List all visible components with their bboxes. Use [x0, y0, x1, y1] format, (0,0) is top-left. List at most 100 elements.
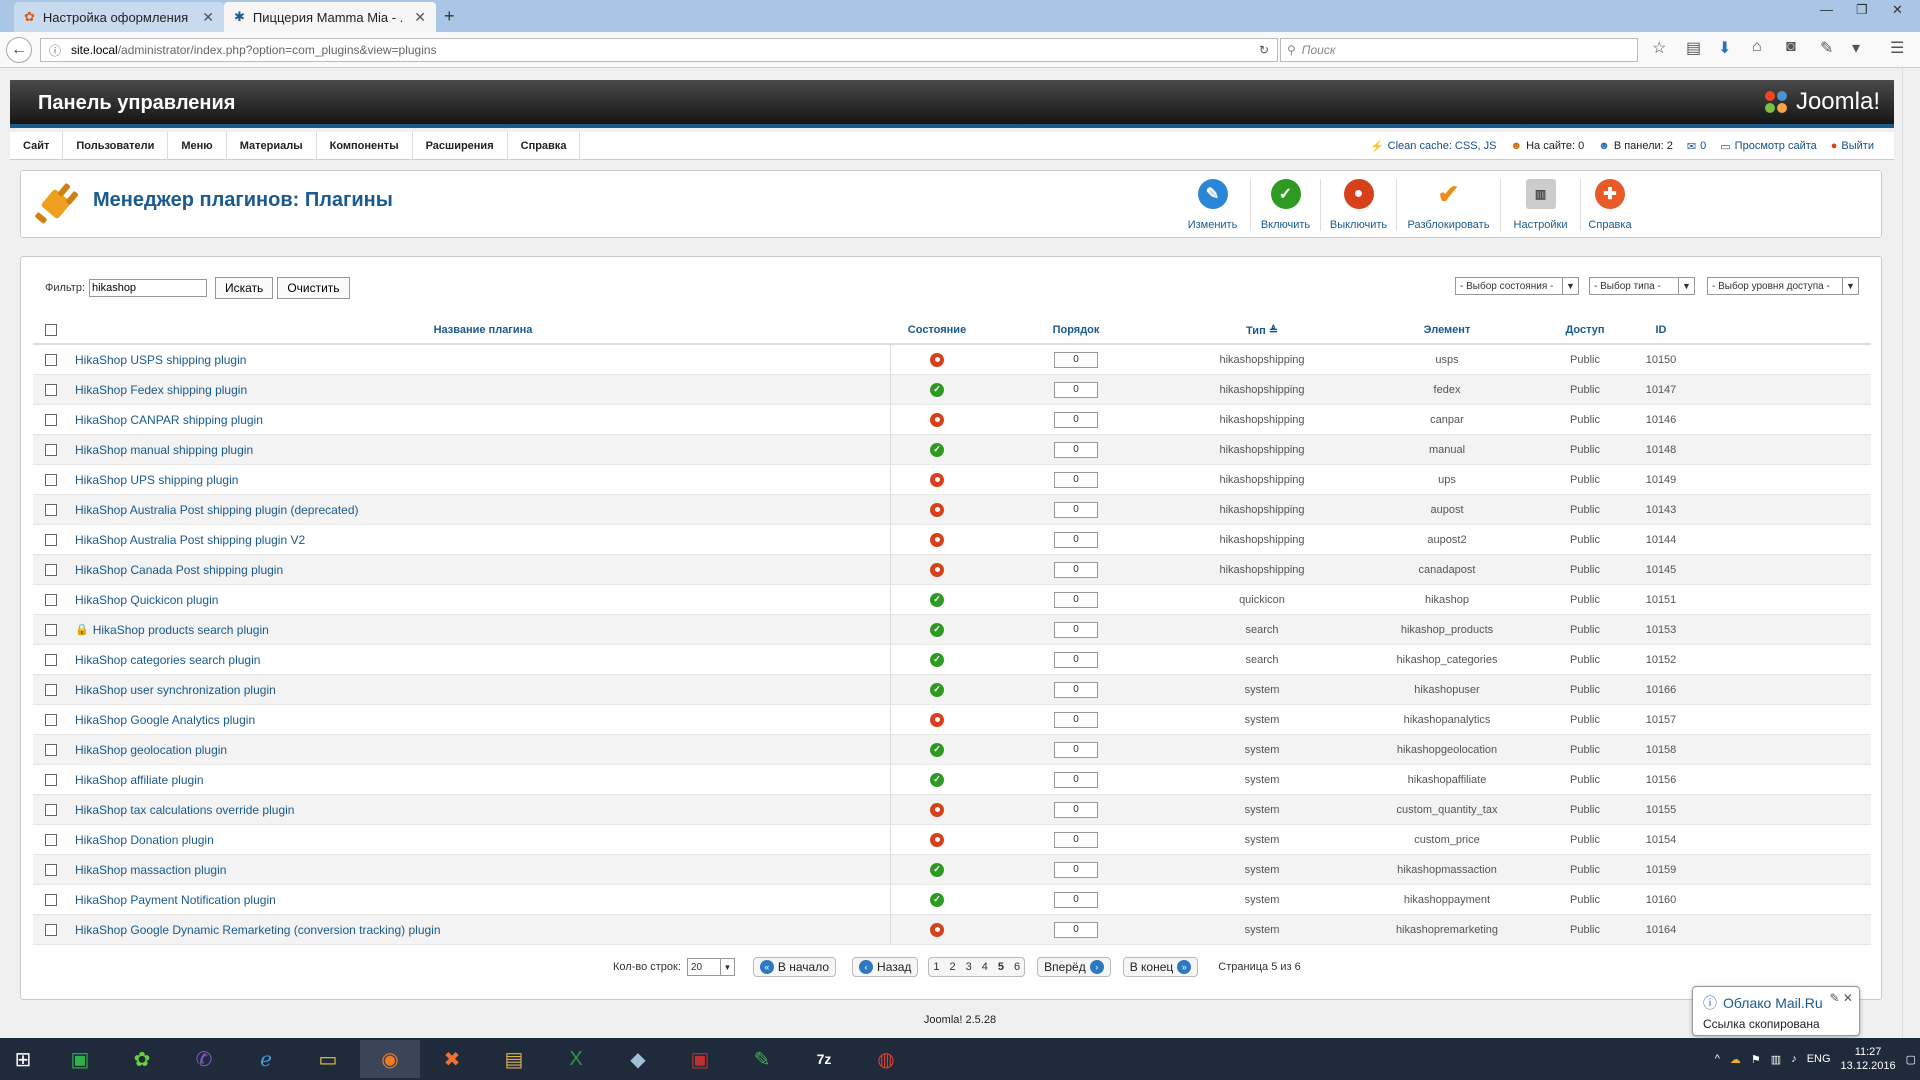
notifications-icon[interactable]: ▢ [1906, 1053, 1916, 1066]
xampp-icon[interactable]: ✖ [422, 1040, 482, 1078]
row-checkbox[interactable] [45, 743, 57, 756]
firefox-icon[interactable]: ◉ [360, 1040, 420, 1078]
back-arrow-icon[interactable]: ← [6, 37, 32, 63]
archive-icon[interactable]: ▤ [484, 1040, 544, 1078]
reload-icon[interactable]: ↻ [1259, 43, 1269, 57]
messages-link[interactable]: ✉ 0 [1687, 140, 1706, 153]
order-input[interactable]: 0 [1054, 531, 1098, 548]
plugin-name-link[interactable]: HikaShop Google Analytics plugin [75, 713, 255, 727]
select-all-checkbox[interactable] [45, 324, 57, 336]
disabled-status-icon[interactable] [930, 412, 944, 427]
plugin-name-link[interactable]: HikaShop tax calculations override plugi… [75, 803, 294, 817]
type-select[interactable]: - Выбор типа - ▼ [1589, 277, 1695, 295]
enabled-status-icon[interactable]: ✓ [930, 742, 944, 757]
disable-button[interactable]: ● Выключить [1321, 179, 1397, 231]
clock[interactable]: 11:27 13.12.2016 [1841, 1045, 1896, 1073]
tray-arrow-icon[interactable]: ^ [1715, 1053, 1720, 1065]
disabled-status-icon[interactable] [930, 712, 944, 727]
close-icon[interactable]: ✎ ✕ [1830, 991, 1853, 1005]
page-link[interactable]: 1 [933, 961, 939, 973]
last-page-button[interactable]: В конец» [1122, 957, 1199, 977]
row-checkbox[interactable] [45, 443, 57, 456]
first-page-button[interactable]: «В начало [752, 957, 837, 977]
row-checkbox[interactable] [45, 503, 57, 516]
row-checkbox[interactable] [45, 893, 57, 906]
column-type[interactable]: Тип ≜ [1169, 324, 1355, 337]
plugin-name-link[interactable]: HikaShop products search plugin [93, 623, 269, 637]
notepad-icon[interactable]: ✎ [732, 1040, 792, 1078]
order-input[interactable]: 0 [1054, 351, 1098, 368]
menu-item-menus[interactable]: Меню [168, 131, 227, 160]
order-input[interactable]: 0 [1054, 561, 1098, 578]
column-access[interactable]: Доступ [1539, 324, 1631, 336]
plugin-name-link[interactable]: HikaShop UPS shipping plugin [75, 473, 238, 487]
save-icon[interactable]: ▣ [670, 1040, 730, 1078]
page-scrollbar[interactable] [1902, 68, 1920, 1038]
explorer-icon[interactable]: ▭ [298, 1040, 358, 1078]
network-icon[interactable]: ▥ [1771, 1053, 1781, 1066]
plugin-name-link[interactable]: HikaShop Australia Post shipping plugin … [75, 503, 359, 517]
row-checkbox[interactable] [45, 473, 57, 486]
disabled-status-icon[interactable] [930, 472, 944, 487]
enabled-status-icon[interactable]: ✓ [930, 862, 944, 877]
plugin-name-link[interactable]: HikaShop CANPAR shipping plugin [75, 413, 263, 427]
unlock-button[interactable]: ✔ Разблокировать [1397, 179, 1501, 231]
page-link[interactable]: 3 [966, 961, 972, 973]
plugin-name-link[interactable]: HikaShop Fedex shipping plugin [75, 383, 247, 397]
column-name[interactable]: Название плагина [69, 317, 891, 343]
menu-item-components[interactable]: Компоненты [317, 131, 413, 160]
page-link[interactable]: 4 [982, 961, 988, 973]
disabled-status-icon[interactable] [930, 802, 944, 817]
order-input[interactable]: 0 [1054, 801, 1098, 818]
flag-icon[interactable]: ⚑ [1751, 1053, 1761, 1066]
eraser-icon[interactable]: ◆ [608, 1040, 668, 1078]
rows-select[interactable]: 20 ▼ [686, 958, 735, 976]
plugin-name-link[interactable]: HikaShop Quickicon plugin [75, 593, 218, 607]
enable-button[interactable]: ✓ Включить [1251, 179, 1321, 231]
home-icon[interactable]: ⌂ [1752, 38, 1762, 56]
order-input[interactable]: 0 [1054, 381, 1098, 398]
plugin-name-link[interactable]: HikaShop Australia Post shipping plugin … [75, 533, 305, 547]
browser-tab[interactable]: ✿ Настройка оформления ... ✕ [14, 2, 224, 32]
disabled-status-icon[interactable] [930, 502, 944, 517]
plugin-name-link[interactable]: HikaShop USPS shipping plugin [75, 353, 246, 367]
order-input[interactable]: 0 [1054, 861, 1098, 878]
order-input[interactable]: 0 [1054, 921, 1098, 938]
cloud-notification[interactable]: ⓘ Облако Mail.Ru Ссылка скопирована ✎ ✕ [1692, 986, 1860, 1036]
menu-item-users[interactable]: Пользователи [63, 131, 169, 160]
row-checkbox[interactable] [45, 833, 57, 846]
logout-link[interactable]: ● Выйти [1831, 140, 1874, 152]
menu-item-extensions[interactable]: Расширения [413, 131, 508, 160]
library-icon[interactable]: ▤ [1686, 38, 1701, 58]
options-button[interactable]: ▥ Настройки [1501, 179, 1581, 231]
store-icon[interactable]: ▣ [50, 1040, 110, 1078]
filter-input[interactable] [89, 279, 208, 297]
row-checkbox[interactable] [45, 683, 57, 696]
cloud-tray-icon[interactable]: ☁ [1730, 1053, 1741, 1066]
plugin-name-link[interactable]: HikaShop geolocation plugin [75, 743, 227, 757]
view-site-link[interactable]: ▭ Просмотр сайта [1720, 140, 1817, 153]
excel-icon[interactable]: X [546, 1040, 606, 1078]
search-button[interactable]: Искать [215, 277, 274, 299]
language-indicator[interactable]: ENG [1807, 1053, 1831, 1065]
enabled-status-icon[interactable]: ✓ [930, 442, 944, 457]
plugin-name-link[interactable]: HikaShop Donation plugin [75, 833, 214, 847]
restore-icon[interactable]: ❐ [1856, 2, 1868, 18]
enabled-status-icon[interactable]: ✓ [930, 382, 944, 397]
clear-button[interactable]: Очистить [277, 277, 350, 299]
row-checkbox[interactable] [45, 653, 57, 666]
plugin-name-link[interactable]: HikaShop massaction plugin [75, 863, 226, 877]
plugin-name-link[interactable]: HikaShop user synchronization plugin [75, 683, 276, 697]
order-input[interactable]: 0 [1054, 771, 1098, 788]
next-page-button[interactable]: Вперёд › [1037, 957, 1111, 977]
dropdown-icon[interactable]: ▾ [1852, 38, 1860, 58]
prev-page-button[interactable]: ‹ Назад [852, 957, 919, 977]
row-checkbox[interactable] [45, 593, 57, 606]
column-element[interactable]: Элемент [1355, 324, 1539, 336]
icq-icon[interactable]: ✿ [112, 1040, 172, 1078]
new-tab-button[interactable]: + [444, 6, 455, 27]
row-checkbox[interactable] [45, 353, 57, 366]
browser-tab-active[interactable]: ✱ Пиццерия Mamma Mia - ... ✕ [224, 2, 436, 32]
order-input[interactable]: 0 [1054, 441, 1098, 458]
plugin-name-link[interactable]: HikaShop Canada Post shipping plugin [75, 563, 283, 577]
